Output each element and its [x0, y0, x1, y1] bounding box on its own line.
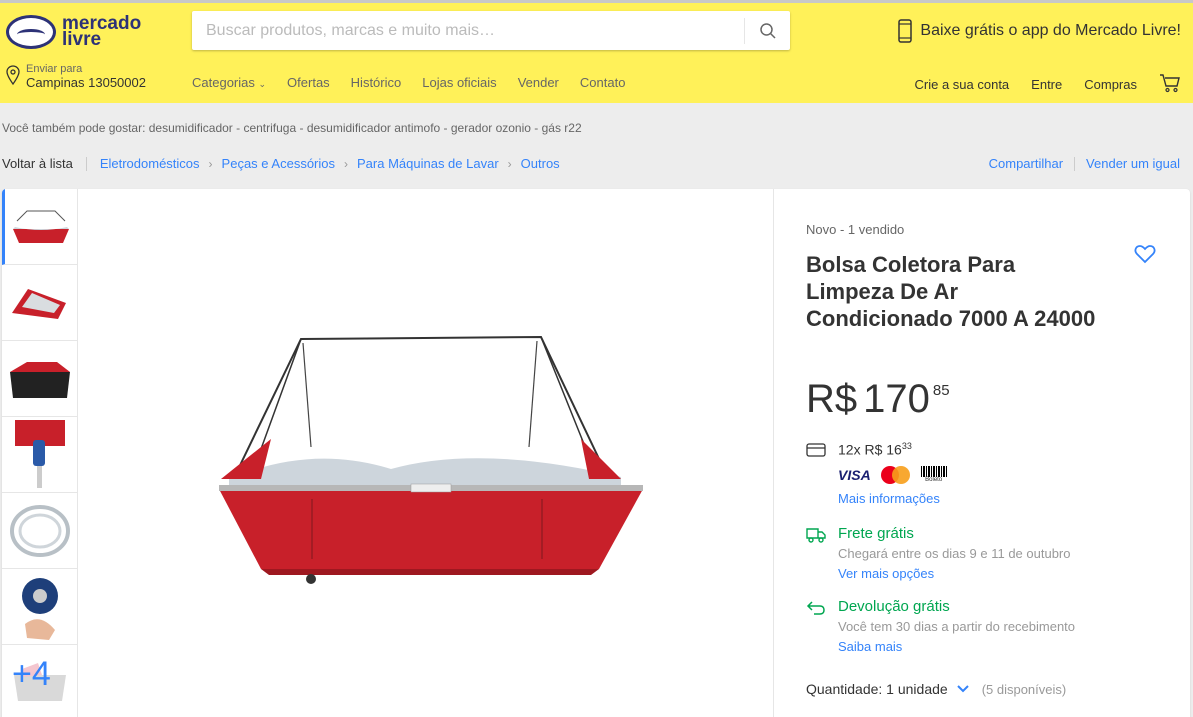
header: mercado livre Baixe grátis o app do Merc… [0, 0, 1193, 103]
free-shipping-title: Frete grátis [838, 525, 914, 542]
nav-contato[interactable]: Contato [580, 75, 626, 90]
thumbnail-more[interactable]: +4 [2, 645, 78, 717]
quantity-selector[interactable]: Quantidade: 1 unidade (5 disponíveis) [806, 681, 1066, 697]
thumbnail-5[interactable] [2, 493, 78, 569]
more-info-link[interactable]: Mais informações [838, 491, 940, 506]
truck-icon [806, 528, 826, 543]
chevron-down-icon [956, 685, 969, 693]
thumbnail-4[interactable] [2, 417, 78, 493]
sell-similar-link[interactable]: Vender um igual [1086, 156, 1180, 171]
barcode-icon [920, 466, 947, 477]
thumbnail-3[interactable] [2, 341, 78, 417]
product-card: +4 Novo - 1 vendido Bolsa Coletora Para … [2, 189, 1190, 717]
promo-text: Baixe grátis o app do Mercado Livre! [920, 22, 1181, 39]
location-label: Enviar para [26, 63, 83, 75]
thumbnail-list: +4 [2, 189, 78, 717]
favorite-button[interactable] [1134, 244, 1156, 269]
credit-card-icon [806, 443, 826, 457]
divider [85, 156, 87, 171]
nav-historico[interactable]: Histórico [351, 75, 402, 90]
search-icon [759, 23, 776, 39]
nav-categorias-label: Categorias [192, 75, 255, 90]
thumbnail-1[interactable] [2, 189, 78, 265]
more-images-count: +4 [12, 655, 51, 693]
product-title: Bolsa Coletora Para Limpeza De Ar Condic… [806, 252, 1096, 331]
price-cents: 85 [932, 382, 950, 399]
heart-icon [1134, 245, 1156, 264]
shipping-location[interactable]: Enviar para Campinas 13050002 [6, 63, 146, 91]
handshake-icon [6, 15, 56, 49]
logo-text: mercado livre [62, 14, 141, 50]
price-integer: 170 [863, 377, 930, 421]
create-account-link[interactable]: Crie a sua conta [915, 77, 1010, 92]
boleto-label: Boleto [925, 477, 943, 483]
return-policy: Você tem 30 dias a partir do recebimento [838, 619, 1076, 634]
price-currency: R$ [806, 377, 858, 421]
breadcrumb-outros[interactable]: Outros [521, 156, 560, 171]
related-searches[interactable]: Você também pode gostar: desumidificador… [2, 121, 582, 135]
visa-logo: VISA [838, 467, 871, 483]
share-link[interactable]: Compartilhar [989, 156, 1063, 171]
breadcrumb: Voltar à lista Eletrodomésticos › Peças … [2, 156, 560, 171]
back-to-list-link[interactable]: Voltar à lista [2, 156, 73, 171]
thumbnail-2[interactable] [2, 265, 78, 341]
logo-line-2: livre [62, 29, 102, 50]
chevron-right-icon: › [344, 156, 348, 171]
product-thumbnail-image [9, 504, 70, 557]
nav-categorias[interactable]: Categorias ⌄ [192, 75, 266, 90]
breadcrumb-pecas-acessorios[interactable]: Peças e Acessórios [222, 156, 335, 171]
return-arrow-icon [806, 601, 825, 615]
mastercard-logo [880, 466, 911, 484]
login-link[interactable]: Entre [1031, 77, 1062, 92]
search-input[interactable] [192, 11, 732, 50]
nav-vender[interactable]: Vender [518, 75, 559, 90]
app-download-banner[interactable]: Baixe grátis o app do Mercado Livre! [898, 19, 1181, 43]
chevron-right-icon: › [208, 156, 213, 171]
boleto-logo: Boleto [920, 466, 948, 484]
phone-icon [898, 19, 913, 43]
product-thumbnail-image [9, 361, 70, 398]
mercado-livre-logo[interactable]: mercado livre [6, 14, 141, 50]
product-image [218, 335, 643, 584]
cart-button[interactable] [1159, 73, 1181, 96]
search-box [192, 11, 790, 50]
shipping-options-link[interactable]: Ver mais opções [838, 566, 1070, 581]
quantity-label: Quantidade: 1 unidade [806, 681, 948, 697]
nav-lojas-oficiais[interactable]: Lojas oficiais [422, 75, 496, 90]
chevron-down-icon: ⌄ [258, 79, 267, 89]
delivery-estimate: Chegará entre os dias 9 e 11 de outubro [838, 546, 1071, 561]
return-info: Devolução grátis Você tem 30 dias a part… [806, 598, 1075, 654]
cart-icon [1160, 74, 1180, 93]
breadcrumb-eletrodomesticos[interactable]: Eletrodomésticos [100, 156, 200, 171]
installments-cents: 33 [901, 441, 912, 451]
main-product-image[interactable] [78, 189, 774, 717]
installments-value: 12x R$ 16 [838, 441, 902, 458]
product-thumbnail-image [14, 419, 65, 488]
nav-ofertas[interactable]: Ofertas [287, 75, 330, 90]
product-thumbnail-image [21, 577, 58, 640]
purchases-link[interactable]: Compras [1084, 77, 1137, 92]
breadcrumb-maquinas-lavar[interactable]: Para Máquinas de Lavar [357, 156, 499, 171]
payment-methods: VISA Boleto [838, 466, 948, 484]
chevron-right-icon: › [507, 156, 512, 171]
condition-sold: Novo - 1 vendido [806, 222, 905, 237]
page-actions: Compartilhar Vender um igual [989, 156, 1180, 171]
price: R$ 170 85 [806, 377, 950, 422]
main-nav: Categorias ⌄ Ofertas Histórico Lojas ofi… [192, 75, 646, 90]
search-button[interactable] [744, 18, 790, 44]
shipping-info: Frete grátis Chegará entre os dias 9 e 1… [806, 525, 1070, 581]
account-menu: Crie a sua conta Entre Compras [893, 73, 1182, 96]
divider [1074, 156, 1076, 171]
location-pin-icon [6, 65, 20, 86]
free-return-title: Devolução grátis [838, 598, 950, 615]
product-thumbnail-image [13, 210, 69, 243]
thumbnail-6[interactable] [2, 569, 78, 645]
available-stock: (5 disponíveis) [981, 681, 1067, 697]
learn-more-link[interactable]: Saiba mais [838, 639, 1075, 654]
location-value: Campinas 13050002 [26, 75, 146, 90]
installments: 12x R$ 1633 [806, 441, 912, 458]
product-thumbnail-image [11, 288, 66, 319]
